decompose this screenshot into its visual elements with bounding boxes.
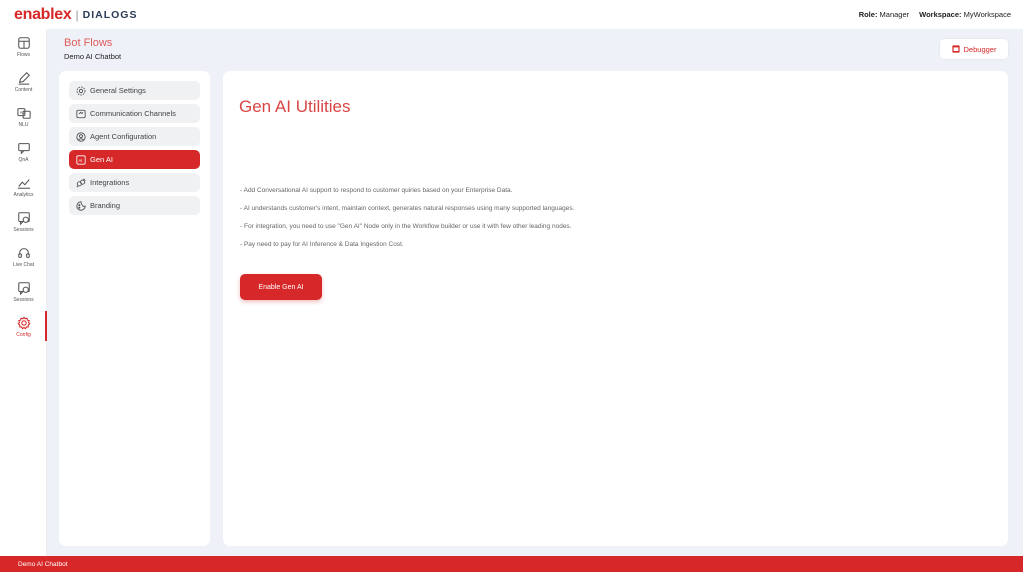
debugger-button[interactable]: Debugger (940, 39, 1008, 59)
nlu-icon: Ab (16, 107, 31, 119)
debugger-icon (951, 45, 960, 53)
menu-item-agent-configuration[interactable]: Agent Configuration (69, 127, 200, 146)
menu-item-general-settings[interactable]: General Settings (69, 81, 200, 100)
breadcrumb: Bot Flows Demo AI Chatbot (64, 37, 121, 61)
workspace: Bot Flows Demo AI Chatbot Debugger Gener… (47, 29, 1023, 556)
app-logo[interactable]: enablex | DIALOGS (14, 6, 137, 24)
branding-icon (76, 200, 86, 211)
feature-list: - Add Conversational AI support to respo… (240, 187, 574, 259)
nav-item-flows[interactable]: Flows (0, 29, 47, 64)
gen-ai-panel: Gen AI Utilities - Add Conversational AI… (223, 71, 1008, 546)
gear-icon (76, 86, 86, 95)
feature-item: - Add Conversational AI support to respo… (240, 187, 513, 194)
svg-text:AI: AI (79, 157, 83, 162)
nav-item-config[interactable]: Config (0, 309, 47, 344)
nav-item-analytics[interactable]: Analytics (0, 169, 47, 204)
sessions-icon (17, 211, 30, 225)
nav-item-qna[interactable]: QnA (0, 134, 47, 169)
qna-icon (17, 142, 30, 155)
gear-icon (17, 315, 30, 329)
agent-icon (76, 131, 86, 142)
nav-item-live-chat[interactable]: Live Chat (0, 239, 47, 274)
page-title[interactable]: Bot Flows (64, 37, 121, 49)
brand-name: enablex (14, 5, 72, 23)
integrations-icon (76, 178, 86, 187)
status-footer: Demo AI Chatbot (0, 556, 1023, 572)
logo-separator: | (75, 7, 79, 22)
menu-item-communication-channels[interactable]: Communication Channels (69, 104, 200, 123)
feature-item: - For integration, you need to use "Gen … (240, 223, 572, 230)
pen-icon (18, 71, 30, 85)
svg-text:Ab: Ab (19, 109, 25, 114)
headset-icon (17, 247, 30, 258)
nav-item-sessions[interactable]: Sessions (0, 204, 47, 239)
menu-item-branding[interactable]: Branding (69, 196, 200, 215)
menu-item-gen-ai[interactable]: AI Gen AI (69, 150, 200, 169)
menu-item-integrations[interactable]: Integrations (69, 173, 200, 192)
workspace-info[interactable]: Workspace: MyWorkspace (919, 10, 1011, 19)
flows-icon (17, 36, 30, 49)
settings-menu: General Settings Communication Channels … (59, 71, 210, 546)
main-sidebar: Flows Content Ab NLU QnA Analytics Sessi… (0, 29, 47, 556)
feature-item: - AI understands customer's intent, main… (240, 205, 575, 212)
sessions-icon (17, 281, 30, 295)
product-name: DIALOGS (82, 8, 138, 21)
analytics-icon (17, 178, 30, 189)
ai-icon: AI (76, 154, 86, 165)
feature-item: - Pay need to pay for AI Inference & Dat… (240, 241, 404, 248)
nav-item-nlu[interactable]: Ab NLU (0, 99, 47, 134)
top-header: enablex | DIALOGS Role: Manager Workspac… (0, 0, 1023, 29)
section-heading: Gen AI Utilities (239, 97, 351, 116)
channels-icon (76, 109, 86, 118)
bot-name: Demo AI Chatbot (64, 52, 122, 61)
footer-bot-name: Demo AI Chatbot (18, 560, 68, 568)
nav-item-sessions-2[interactable]: Sessions (0, 274, 47, 309)
user-context: Role: Manager Workspace: MyWorkspace (859, 10, 1011, 19)
nav-item-content[interactable]: Content (0, 64, 47, 99)
enable-gen-ai-button[interactable]: Enable Gen AI (240, 274, 322, 300)
role-info: Role: Manager (858, 10, 910, 19)
